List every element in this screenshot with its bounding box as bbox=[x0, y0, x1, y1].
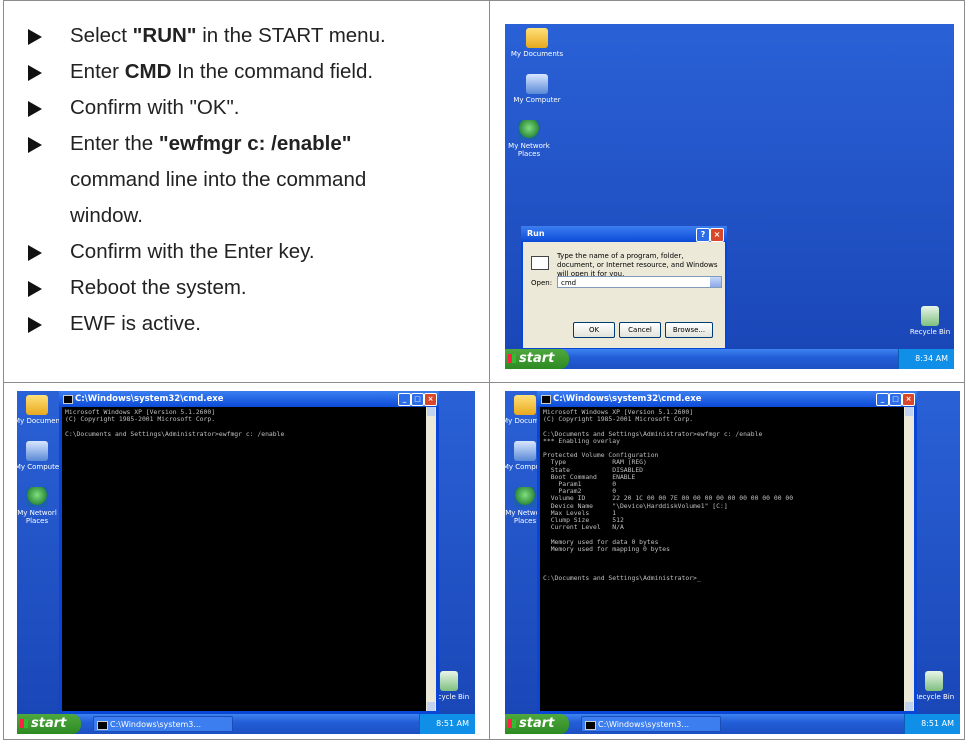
network-icon bbox=[518, 120, 540, 140]
desktop-icon-recycle-bin[interactable]: Recycle Bin bbox=[900, 306, 954, 336]
screenshot-cmd-result: My Documen My Compute My Networl Places … bbox=[505, 391, 960, 734]
bullet-triangle-icon bbox=[28, 29, 42, 45]
browse-button[interactable]: Browse... bbox=[665, 322, 713, 338]
system-tray-clock: 8:51 AM bbox=[419, 714, 475, 734]
table-border-middle bbox=[489, 0, 490, 740]
console-output[interactable]: Microsoft Windows XP [Version 5.1.2600] … bbox=[62, 407, 436, 440]
bullet-triangle-icon bbox=[28, 245, 42, 261]
system-tray-clock: 8:34 AM bbox=[898, 349, 954, 369]
step-4: Enter the "ewfmgr c: /enable" command li… bbox=[20, 126, 440, 234]
run-dialog: Run ? × Type the name of a program, fold… bbox=[521, 226, 727, 350]
start-button[interactable]: start bbox=[505, 349, 569, 369]
run-dialog-titlebar: Run ? × bbox=[521, 226, 727, 242]
computer-icon bbox=[514, 441, 536, 461]
screenshot-cmd-command: My Documen My Compute My Networl Places … bbox=[17, 391, 475, 734]
windows-flag-icon bbox=[508, 354, 516, 363]
table-border-right bbox=[964, 0, 965, 740]
computer-icon bbox=[26, 441, 48, 461]
cmd-window: C:\Windows\system32\cmd.exe _ □ × Micros… bbox=[537, 391, 917, 714]
folder-icon bbox=[526, 28, 548, 48]
step-5: Confirm with the Enter key. bbox=[20, 234, 480, 270]
recycle-bin-icon bbox=[440, 671, 458, 691]
network-icon bbox=[514, 487, 536, 507]
windows-flag-icon bbox=[508, 719, 516, 728]
open-label: Open: bbox=[531, 279, 553, 287]
network-icon bbox=[26, 487, 48, 507]
step-1: Select "RUN" in the START menu. bbox=[20, 18, 480, 54]
folder-icon bbox=[26, 395, 48, 415]
scrollbar[interactable] bbox=[426, 407, 436, 711]
desktop-icon-my-network[interactable]: My Network Places bbox=[507, 120, 551, 158]
recycle-bin-icon bbox=[921, 306, 939, 326]
step-7: EWF is active. bbox=[20, 306, 480, 342]
instruction-table: Select "RUN" in the START menu. Enter CM… bbox=[0, 0, 967, 740]
table-border-top bbox=[3, 0, 965, 1]
maximize-icon[interactable]: □ bbox=[889, 393, 902, 406]
close-icon[interactable]: × bbox=[710, 228, 724, 242]
step-2: Enter CMD In the command field. bbox=[20, 54, 480, 90]
open-input[interactable]: cmd bbox=[557, 276, 722, 288]
minimize-icon[interactable]: _ bbox=[398, 393, 411, 406]
windows-flag-icon bbox=[20, 719, 28, 728]
desktop-icon-my-computer[interactable]: My Computer bbox=[507, 74, 567, 104]
screenshot-run-dialog: My Documents My Computer My Network Plac… bbox=[505, 24, 954, 369]
step-3: Confirm with "OK". bbox=[20, 90, 480, 126]
bullet-triangle-icon bbox=[28, 317, 42, 333]
table-border-left bbox=[3, 0, 4, 740]
maximize-icon[interactable]: □ bbox=[411, 393, 424, 406]
bullet-triangle-icon bbox=[28, 137, 42, 153]
desktop-icon-my-documents[interactable]: My Documents bbox=[507, 28, 567, 58]
cmd-window: C:\Windows\system32\cmd.exe _ □ × Micros… bbox=[59, 391, 439, 714]
taskbar-item-cmd[interactable]: C:\Windows\system3... bbox=[93, 716, 233, 732]
bullet-triangle-icon bbox=[28, 65, 42, 81]
table-border-row bbox=[3, 382, 965, 383]
run-description: Type the name of a program, folder, docu… bbox=[557, 252, 718, 278]
start-button[interactable]: start bbox=[17, 714, 81, 734]
step-6: Reboot the system. bbox=[20, 270, 480, 306]
taskbar: start 8:34 AM bbox=[505, 349, 954, 369]
start-button[interactable]: start bbox=[505, 714, 569, 734]
scrollbar[interactable] bbox=[904, 407, 914, 711]
taskbar-item-cmd[interactable]: C:\Windows\system3... bbox=[581, 716, 721, 732]
bullet-triangle-icon bbox=[28, 281, 42, 297]
recycle-bin-icon bbox=[925, 671, 943, 691]
taskbar: start C:\Windows\system3... 8:51 AM bbox=[505, 714, 960, 734]
close-icon[interactable]: × bbox=[424, 393, 437, 406]
folder-icon bbox=[514, 395, 536, 415]
console-output[interactable]: Microsoft Windows XP [Version 5.1.2600] … bbox=[540, 407, 914, 584]
taskbar: start C:\Windows\system3... 8:51 AM bbox=[17, 714, 475, 734]
help-icon[interactable]: ? bbox=[696, 228, 710, 242]
close-icon[interactable]: × bbox=[902, 393, 915, 406]
desktop-icon-my-network[interactable]: My Networl Places bbox=[17, 487, 59, 525]
ok-button[interactable]: OK bbox=[573, 322, 615, 338]
steps-list: Select "RUN" in the START menu. Enter CM… bbox=[20, 18, 480, 342]
cmd-titlebar: C:\Windows\system32\cmd.exe _ □ × bbox=[537, 391, 917, 407]
run-icon bbox=[531, 256, 549, 270]
bullet-triangle-icon bbox=[28, 101, 42, 117]
computer-icon bbox=[526, 74, 548, 94]
cmd-titlebar: C:\Windows\system32\cmd.exe _ □ × bbox=[59, 391, 439, 407]
system-tray-clock: 8:51 AM bbox=[904, 714, 960, 734]
cancel-button[interactable]: Cancel bbox=[619, 322, 661, 338]
minimize-icon[interactable]: _ bbox=[876, 393, 889, 406]
